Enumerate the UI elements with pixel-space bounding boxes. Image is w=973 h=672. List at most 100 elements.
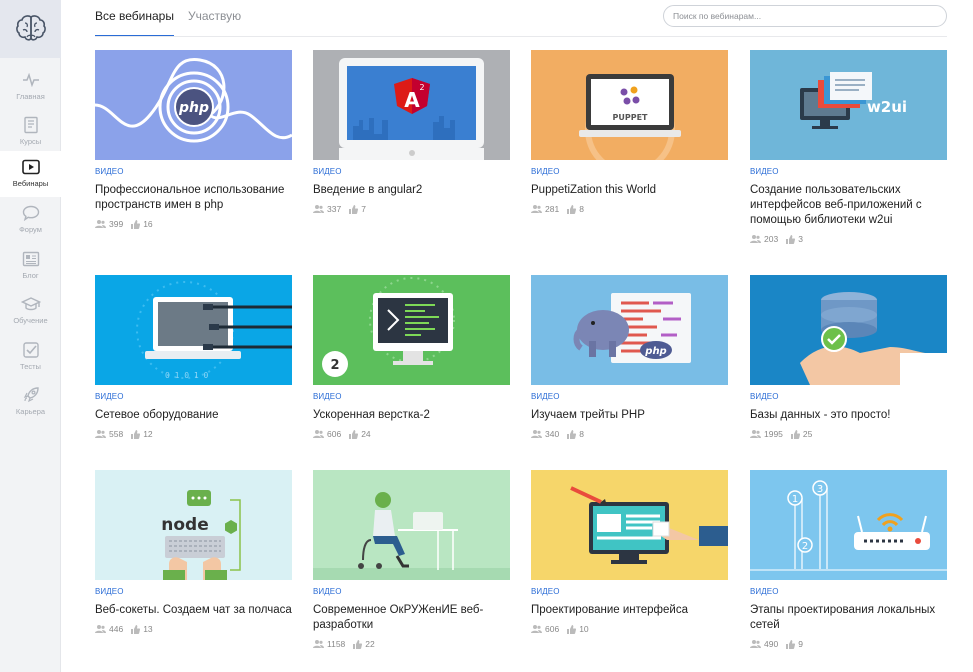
w2ui-logo-text: w2ui	[867, 98, 907, 116]
card-title[interactable]: PuppetiZation this World	[531, 183, 728, 198]
likes-count: 13	[143, 624, 153, 634]
people-icon	[95, 625, 106, 633]
webinar-card[interactable]: 0 1 0 1 0 ВИДЕО Сетевое оборудование 558…	[95, 275, 292, 439]
sidebar-item-webinars[interactable]: Вебинары	[0, 151, 61, 197]
likes-count: 24	[361, 429, 371, 439]
thumbs-up-icon	[567, 204, 577, 214]
card-meta: 446 13	[95, 624, 292, 634]
tab-divider	[95, 36, 947, 37]
card-title[interactable]: Веб-сокеты. Создаем чат за полчаса	[95, 603, 292, 618]
people-icon	[531, 625, 542, 633]
card-thumbnail[interactable]: w2ui	[750, 50, 947, 160]
card-thumbnail[interactable]: 2	[313, 275, 510, 385]
webinar-card[interactable]: php ВИДЕО Изучаем трейты PHP 340 8	[531, 275, 728, 439]
card-title[interactable]: Введение в angular2	[313, 183, 510, 198]
likes-count: 25	[802, 429, 813, 439]
webinar-card[interactable]: w2ui ВИДЕО Создание пользовательских инт…	[750, 50, 947, 244]
likes-count: 3	[798, 234, 803, 244]
card-title[interactable]: Изучаем трейты PHP	[531, 408, 728, 423]
card-meta: 558 12	[95, 429, 292, 439]
webinar-card[interactable]: A 2 ВИДЕО Введение в angular2 337 7	[313, 50, 510, 214]
likes-count: 12	[143, 429, 153, 439]
tab-all-webinars[interactable]: Все вебинары	[95, 0, 174, 37]
card-title[interactable]: Сетевое оборудование	[95, 408, 292, 423]
participants-count: 1995	[764, 429, 783, 439]
card-thumbnail[interactable]	[531, 470, 728, 580]
card-type: ВИДЕО	[531, 392, 560, 401]
thumbs-up-icon	[349, 204, 359, 214]
card-thumbnail[interactable]	[313, 470, 510, 580]
brain-icon	[15, 15, 46, 41]
newspaper-icon	[20, 249, 42, 269]
card-thumbnail[interactable]: node	[95, 470, 292, 580]
webinar-card[interactable]: ВИДЕО Современное ОкРУЖенИЕ веб-разработ…	[313, 470, 510, 649]
sidebar-item-label: Курсы	[19, 137, 42, 146]
card-meta: 340 8	[531, 429, 728, 439]
sidebar-item-learning[interactable]: Обучение	[0, 288, 61, 334]
card-thumbnail[interactable]: 1 3 2	[750, 470, 947, 580]
likes-count: 9	[798, 639, 803, 649]
book-icon	[20, 115, 42, 135]
webinar-card[interactable]: node ВИДЕО Веб-сокеты. Создаем чат за по…	[95, 470, 292, 634]
rocket-icon	[20, 385, 42, 405]
people-icon	[750, 640, 761, 648]
sidebar-item-tests[interactable]: Тесты	[0, 334, 61, 380]
card-thumbnail[interactable]: php	[531, 275, 728, 385]
card-title[interactable]: Ускоренная верстка-2	[313, 408, 510, 423]
webinar-card[interactable]: PUPPET ВИДЕО PuppetiZation this World 28…	[531, 50, 728, 214]
card-meta: 490 9	[750, 639, 947, 649]
people-icon	[313, 430, 324, 438]
stage-number-text: 2	[802, 541, 808, 552]
likes-count: 7	[361, 204, 366, 214]
webinar-card[interactable]: ВИДЕО Базы данных - это просто! 1995 25	[750, 275, 947, 439]
people-icon	[95, 430, 106, 438]
card-thumbnail[interactable]: PUPPET	[531, 50, 728, 160]
participants-count: 203	[764, 234, 779, 244]
sidebar-item-label: Тесты	[20, 362, 41, 371]
sidebar-item-home[interactable]: Главная	[0, 64, 61, 110]
card-thumbnail[interactable]: A 2	[313, 50, 510, 160]
card-title[interactable]: Современное ОкРУЖенИЕ веб-разработки	[313, 603, 510, 633]
binary-text: 0 1 0 1 0	[165, 371, 209, 380]
puppet-logo-text: PUPPET	[612, 113, 648, 122]
checkbox-icon	[20, 340, 42, 360]
sidebar-item-label: Обучение	[13, 316, 48, 325]
card-title[interactable]: Базы данных - это просто!	[750, 408, 947, 423]
card-type: ВИДЕО	[313, 392, 342, 401]
card-title[interactable]: Создание пользовательских интерфейсов ве…	[750, 183, 947, 228]
webinar-card[interactable]: php ВИДЕО Профессиональное использование…	[95, 50, 292, 229]
card-meta: 281 8	[531, 204, 728, 214]
play-icon	[20, 157, 42, 177]
card-title[interactable]: Проектирование интерфейса	[531, 603, 728, 618]
logo[interactable]	[0, 0, 61, 58]
sidebar-item-career[interactable]: Карьера	[0, 379, 61, 425]
sidebar-item-label: Блог	[22, 271, 39, 280]
thumbs-up-icon	[786, 234, 796, 244]
likes-count: 16	[143, 219, 153, 229]
card-type: ВИДЕО	[313, 167, 342, 176]
sidebar-item-label: Главная	[16, 92, 45, 101]
card-type: ВИДЕО	[531, 167, 560, 176]
card-title[interactable]: Этапы проектирования локальных сетей	[750, 603, 947, 633]
people-icon	[531, 430, 542, 438]
card-thumbnail[interactable]: php	[95, 50, 292, 160]
people-icon	[750, 430, 761, 438]
card-meta: 1995 25	[750, 429, 947, 439]
node-logo-text: node	[161, 515, 208, 535]
webinar-card[interactable]: 1 3 2 ВИДЕО Этапы проектирования локальн…	[750, 470, 947, 649]
search-input[interactable]	[663, 5, 947, 27]
tab-participating[interactable]: Участвую	[188, 0, 241, 37]
card-title[interactable]: Профессиональное использование пространс…	[95, 183, 292, 213]
people-icon	[531, 205, 542, 213]
thumbs-up-icon	[567, 429, 577, 439]
card-meta: 203 3	[750, 234, 947, 244]
sidebar-item-courses[interactable]: Курсы	[0, 109, 61, 155]
sidebar-item-blog[interactable]: Блог	[0, 243, 61, 289]
webinar-card[interactable]: 2 ВИДЕО Ускоренная верстка-2 606 24	[313, 275, 510, 439]
card-thumbnail[interactable]: 0 1 0 1 0	[95, 275, 292, 385]
webinar-card[interactable]: ВИДЕО Проектирование интерфейса 606 10	[531, 470, 728, 634]
thumbs-up-icon	[353, 639, 363, 649]
sidebar-item-forum[interactable]: Форум	[0, 197, 61, 243]
sidebar-item-label: Карьера	[15, 407, 46, 416]
card-thumbnail[interactable]	[750, 275, 947, 385]
